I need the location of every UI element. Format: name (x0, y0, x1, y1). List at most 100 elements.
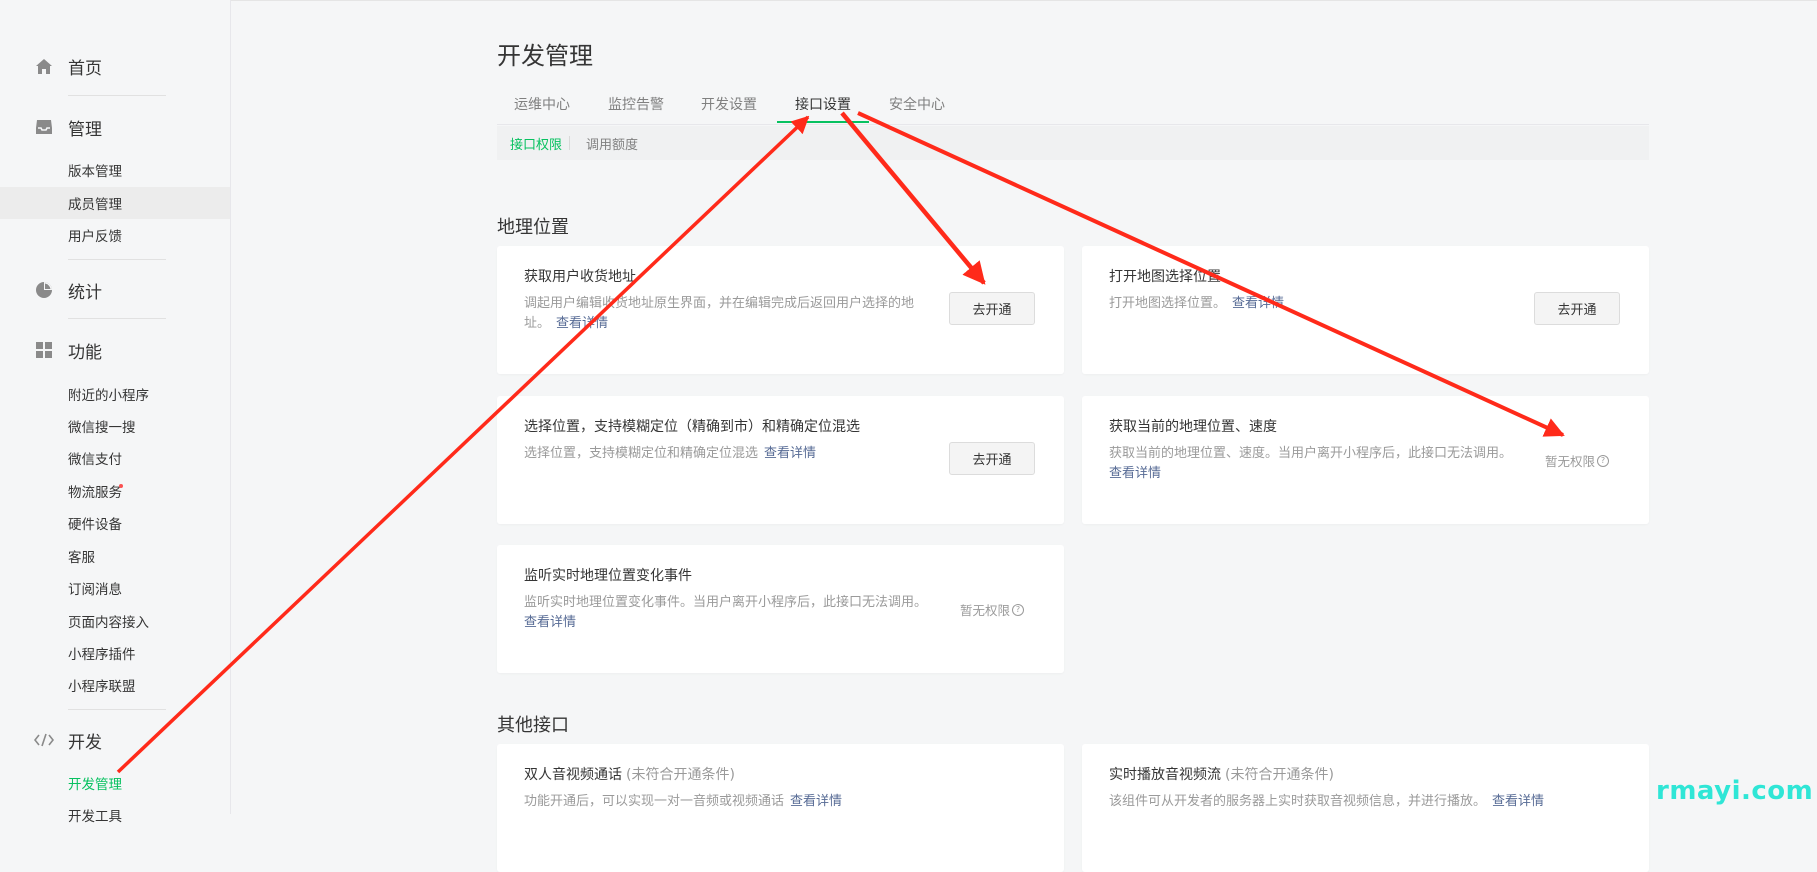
sidebar-item-label: 硬件设备 (68, 517, 122, 533)
sidebar-item-alliance[interactable]: 小程序联盟 (0, 669, 230, 701)
nav-dev-label: 开发 (68, 732, 102, 753)
nav-divider (68, 318, 166, 319)
api-card: 获取当前的地理位置、速度 获取当前的地理位置、速度。当用户离开小程序后，此接口无… (1082, 396, 1649, 524)
subtab-bar: 接口权限 调用额度 (497, 126, 1649, 160)
sidebar-item-logistics[interactable]: 物流服务 (0, 475, 230, 507)
subtab-api-permission[interactable]: 接口权限 (510, 134, 562, 153)
watermark: rmayi.com (1656, 776, 1814, 806)
inbox-icon (34, 117, 54, 137)
view-details-link[interactable]: 查看详情 (556, 316, 608, 331)
sidebar-item-search[interactable]: 微信搜一搜 (0, 410, 230, 442)
sidebar-item-label: 物流服务 (68, 485, 122, 501)
question-icon[interactable]: ? (1597, 454, 1609, 467)
tab-api-settings[interactable]: 接口设置 (795, 94, 851, 114)
grid-icon (34, 340, 54, 360)
sidebar-item-version[interactable]: 版本管理 (0, 154, 230, 186)
sidebar-item-service[interactable]: 客服 (0, 540, 230, 572)
card-description: 该组件可从开发者的服务器上实时获取音视频信息，并进行播放。 查看详情 (1109, 792, 1589, 812)
sidebar-item-label: 页面内容接入 (68, 615, 149, 631)
sidebar-item-feedback[interactable]: 用户反馈 (0, 219, 230, 251)
tab-dev-settings[interactable]: 开发设置 (701, 94, 757, 114)
sidebar-item-dev-manage[interactable]: 开发管理 (0, 767, 230, 799)
card-title: 监听实时地理位置变化事件 (524, 568, 692, 584)
sidebar-item-label: 版本管理 (68, 164, 122, 180)
sidebar-item-label: 微信搜一搜 (68, 420, 136, 436)
tab-security[interactable]: 安全中心 (889, 94, 945, 114)
view-details-link[interactable]: 查看详情 (524, 613, 934, 633)
sidebar-item-label: 小程序联盟 (68, 679, 136, 695)
sidebar-item-subscribe[interactable]: 订阅消息 (0, 572, 230, 604)
enable-button[interactable]: 去开通 (1534, 292, 1620, 325)
sidebar-item-label: 订阅消息 (68, 582, 122, 598)
nav-home-label: 首页 (68, 58, 102, 79)
nav-dev[interactable]: 开发 (0, 720, 230, 760)
view-details-link[interactable]: 查看详情 (1492, 794, 1544, 809)
pie-chart-icon (34, 280, 54, 300)
question-icon[interactable]: ? (1012, 603, 1024, 616)
condition-note: (未符合开通条件) (626, 767, 735, 783)
nav-manage-label: 管理 (68, 119, 102, 140)
card-description: 打开地图选择位置。 查看详情 (1109, 294, 1509, 314)
view-details-link[interactable]: 查看详情 (790, 794, 842, 809)
sidebar-item-nearby[interactable]: 附近的小程序 (0, 378, 230, 410)
nav-home[interactable]: 首页 (0, 46, 230, 86)
nav-manage[interactable]: 管理 (0, 107, 230, 147)
no-permission-label: 暂无权限 (1544, 454, 1595, 469)
tab-ops[interactable]: 运维中心 (514, 94, 570, 114)
card-description: 调起用户编辑收货地址原生界面，并在编辑完成后返回用户选择的地址。 查看详情 (524, 294, 914, 334)
card-desc-text: 打开地图选择位置。 (1109, 296, 1227, 311)
enable-button[interactable]: 去开通 (949, 292, 1035, 325)
api-card: 获取用户收货地址 调起用户编辑收货地址原生界面，并在编辑完成后返回用户选择的地址… (497, 246, 1064, 374)
sidebar: 首页 管理 版本管理 成员管理 用户反馈 统计 功能 附近的小程序 微信搜一搜 … (0, 0, 231, 825)
view-details-link[interactable]: 查看详情 (1109, 464, 1519, 484)
condition-note: (未符合开通条件) (1225, 767, 1334, 783)
api-card: 打开地图选择位置 打开地图选择位置。 查看详情 去开通 (1082, 246, 1649, 374)
view-details-link[interactable]: 查看详情 (764, 446, 816, 461)
api-card: 双人音视频通话 (未符合开通条件) 功能开通后，可以实现一对一音频或视频通话 查看详… (497, 744, 1064, 872)
tab-monitor[interactable]: 监控告警 (608, 94, 664, 114)
tab-bar: 运维中心 监控告警 开发设置 接口设置 安全中心 (497, 90, 1649, 125)
card-description: 监听实时地理位置变化事件。当用户离开小程序后，此接口无法调用。查看详情 (524, 593, 934, 633)
card-title: 双人音视频通话 (未符合开通条件) (524, 764, 735, 784)
subtab-quota[interactable]: 调用额度 (586, 134, 638, 153)
section-title-location: 地理位置 (497, 217, 569, 238)
card-title: 实时播放音视频流 (未符合开通条件) (1109, 764, 1334, 784)
sidebar-item-plugin[interactable]: 小程序插件 (0, 637, 230, 669)
nav-stats-label: 统计 (68, 282, 102, 303)
nav-features[interactable]: 功能 (0, 330, 230, 370)
section-title-other: 其他接口 (497, 715, 569, 736)
sidebar-item-pay[interactable]: 微信支付 (0, 442, 230, 474)
sidebar-item-label: 用户反馈 (68, 229, 122, 245)
nav-features-label: 功能 (68, 342, 102, 363)
no-permission-label: 暂无权限 (959, 603, 1010, 618)
no-permission-status[interactable]: 暂无权限? (1545, 451, 1609, 470)
page-title: 开发管理 (497, 42, 593, 70)
card-desc-text: 监听实时地理位置变化事件。当用户离开小程序后，此接口无法调用。 (524, 595, 928, 610)
card-desc-text: 选择位置，支持模糊定位和精确定位混选 (524, 446, 759, 461)
sidebar-item-content[interactable]: 页面内容接入 (0, 605, 230, 637)
card-title: 打开地图选择位置 (1109, 269, 1221, 285)
sidebar-item-members[interactable]: 成员管理 (0, 187, 230, 219)
sidebar-item-label: 附近的小程序 (68, 388, 149, 404)
active-tab-indicator (777, 121, 869, 123)
card-description: 选择位置，支持模糊定位和精确定位混选 查看详情 (524, 444, 924, 464)
nav-divider (68, 709, 166, 710)
sidebar-item-label: 成员管理 (68, 197, 122, 213)
nav-divider (68, 95, 166, 96)
card-description: 功能开通后，可以实现一对一音频或视频通话 查看详情 (524, 792, 984, 812)
subtab-divider (569, 136, 570, 150)
card-title-text: 实时播放音视频流 (1109, 767, 1221, 783)
card-title-text: 双人音视频通话 (524, 767, 622, 783)
nav-stats[interactable]: 统计 (0, 270, 230, 310)
card-desc-text: 功能开通后，可以实现一对一音频或视频通话 (524, 794, 785, 809)
view-details-link[interactable]: 查看详情 (1232, 296, 1284, 311)
sidebar-item-label: 开发工具 (68, 809, 122, 825)
sidebar-item-label: 开发管理 (68, 777, 122, 793)
no-permission-status[interactable]: 暂无权限? (960, 600, 1024, 619)
sidebar-item-dev-tools[interactable]: 开发工具 (0, 799, 230, 831)
enable-button[interactable]: 去开通 (949, 442, 1035, 475)
sidebar-item-hardware[interactable]: 硬件设备 (0, 507, 230, 539)
code-icon (34, 730, 54, 750)
nav-divider (68, 259, 166, 260)
new-badge-dot (119, 484, 123, 488)
